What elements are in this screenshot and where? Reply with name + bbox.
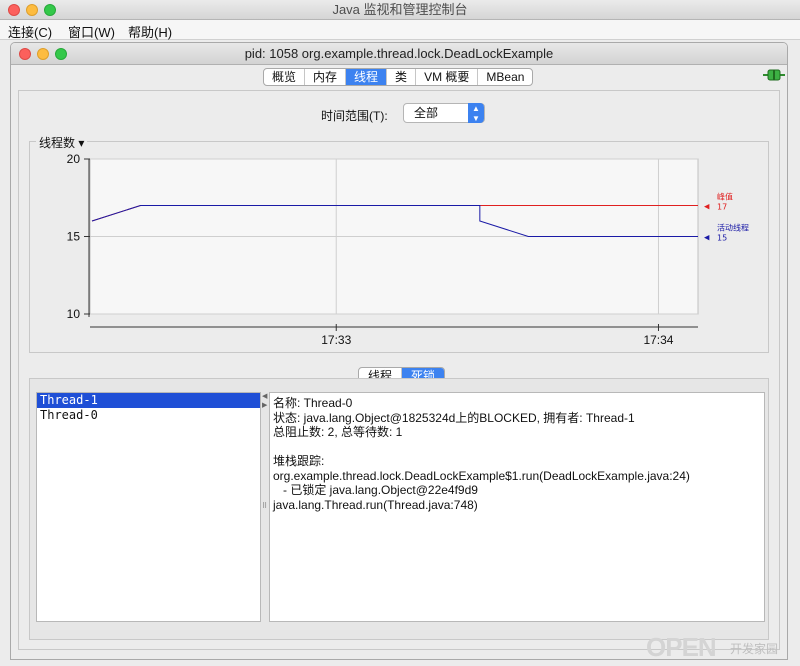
close-frame-button[interactable] <box>19 48 31 60</box>
legend-label: 峰值 <box>717 192 733 202</box>
minimize-frame-button[interactable] <box>37 48 49 60</box>
thread-list-item[interactable]: Thread-1 <box>37 393 260 408</box>
frame-title: pid: 1058 org.example.thread.lock.DeadLo… <box>244 46 554 61</box>
x-tick-label: 17:33 <box>321 333 351 347</box>
y-tick-label: 10 <box>67 307 81 321</box>
detail-counts: 总阻止数: 2, 总等待数: 1 <box>273 425 403 439</box>
x-tick-label: 17:34 <box>643 333 673 347</box>
drag-handle-icon[interactable]: ⠿ <box>262 502 267 510</box>
tab-mbean[interactable]: MBean <box>478 69 532 85</box>
thread-count-chart: 10152017:33 17:34◀峰值17◀活动线程15 <box>67 152 749 347</box>
tab-classes[interactable]: 类 <box>387 69 417 85</box>
tab-memory[interactable]: 内存 <box>305 69 347 85</box>
zoom-frame-button[interactable] <box>55 48 67 60</box>
deadlock-panel: Thread-1 Thread-0 ◀ ▶ ⠿ 名称: Thread-0 状态: … <box>29 378 769 640</box>
series-marker: ◀ <box>704 203 710 211</box>
arrow-left-icon[interactable]: ◀ <box>262 392 267 400</box>
detail-blank <box>273 440 761 455</box>
internal-titlebar: pid: 1058 org.example.thread.lock.DeadLo… <box>11 43 787 65</box>
time-range-value: 全部 <box>414 106 439 120</box>
tab-vm-summary[interactable]: VM 概要 <box>416 69 479 85</box>
close-window-button[interactable] <box>8 4 20 16</box>
zoom-window-button[interactable] <box>44 4 56 16</box>
minimize-window-button[interactable] <box>26 4 38 16</box>
main-tabs: 概览 内存 线程 类 VM 概要 MBean <box>263 68 534 86</box>
legend-value: 17 <box>717 203 727 212</box>
detail-name: 名称: Thread-0 <box>273 396 353 410</box>
thread-list-item[interactable]: Thread-0 <box>37 408 260 423</box>
watermark-logo: OPEN <box>646 632 717 662</box>
threads-content: 时间范围(T): 全部 ▲ ▼ 线程数 ▾ 10 15 20 17:33 17:34 ◀ 峰值… <box>18 90 780 650</box>
menu-help[interactable]: 帮助(H) <box>128 22 172 41</box>
legend-label: 活动线程 <box>717 223 749 233</box>
app-titlebar: Java 监视和管理控制台 <box>0 0 800 20</box>
stack-frame: java.lang.Thread.run(Thread.java:748) <box>273 497 478 512</box>
menu-connect[interactable]: 连接(C) <box>8 22 52 41</box>
detail-stack-title: 堆栈跟踪: <box>273 454 325 468</box>
menu-window[interactable]: 窗口(W) <box>68 22 115 41</box>
time-range-label: 时间范围(T): <box>321 109 388 123</box>
stack-frame: org.example.thread.lock.DeadLockExample$… <box>273 468 690 483</box>
arrow-right-icon[interactable]: ▶ <box>262 401 267 409</box>
thread-list[interactable]: Thread-1 Thread-0 <box>36 392 261 622</box>
y-tick-label: 15 <box>67 230 81 244</box>
stack-frame: - 已锁定 java.lang.Object@22e4f9d9 <box>273 483 478 497</box>
connection-icon[interactable] <box>763 69 785 81</box>
legend-value: 15 <box>717 234 727 243</box>
thread-detail: 名称: Thread-0 状态: java.lang.Object@1825324… <box>269 392 765 622</box>
internal-frame: pid: 1058 org.example.thread.lock.DeadLo… <box>10 42 788 660</box>
series-marker: ◀ <box>704 234 710 242</box>
menu-bar: 连接(C) 窗口(W) 帮助(H) <box>0 20 800 40</box>
detail-state: 状态: java.lang.Object@1825324d上的BLOCKED, … <box>273 410 635 425</box>
tab-overview[interactable]: 概览 <box>264 69 306 85</box>
y-tick-label: 20 <box>67 152 81 166</box>
split-pane-divider[interactable]: ◀ ▶ ⠿ <box>261 392 269 622</box>
app-title: Java 监视和管理控制台 <box>332 2 468 17</box>
tab-threads[interactable]: 线程 <box>346 69 388 85</box>
time-range-select[interactable]: 全部 ▲ ▼ <box>403 103 485 123</box>
watermark-sub: 开发家园 <box>730 642 779 656</box>
chevron-updown-icon: ▲ ▼ <box>468 103 484 123</box>
thread-count-panel: 线程数 ▾ 10 15 20 17:33 17:34 ◀ 峰值 17 ◀ 活动线程 15 <box>29 134 769 353</box>
